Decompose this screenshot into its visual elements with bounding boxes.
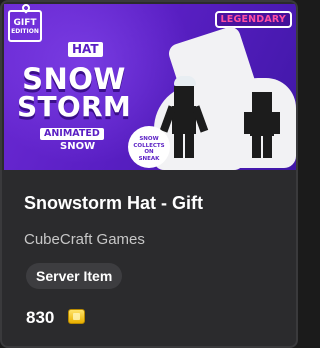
item-title[interactable]: Snowstorm Hat - Gift: [24, 193, 203, 214]
marketplace-item-card[interactable]: GIFT EDITION LEGENDARY HAT SNOW STORM AN…: [0, 0, 298, 348]
minecoin-icon: [68, 309, 85, 324]
character-leg: [185, 134, 194, 158]
character-arm: [244, 112, 251, 134]
bubble-line4: SNEAK: [138, 155, 160, 162]
character-head: [174, 86, 194, 106]
item-price: 830: [26, 308, 55, 327]
publisher-name[interactable]: CubeCraft Games: [24, 231, 145, 248]
gift-badge-line2: EDITION: [11, 28, 39, 35]
character-model: [242, 92, 282, 162]
hat-tag: HAT: [68, 42, 103, 57]
rarity-badge: LEGENDARY: [214, 11, 292, 28]
animated-subtitle: SNOW: [60, 141, 96, 152]
banner-title-line2: STORM: [17, 90, 131, 123]
gift-badge-line1: GIFT: [13, 18, 37, 28]
snow-collects-bubble: SNOW COLLECTS ON SNEAK: [128, 126, 170, 168]
snow-hat: [174, 76, 196, 86]
gift-edition-badge: GIFT EDITION: [8, 4, 42, 42]
character-torso: [250, 112, 274, 136]
character-head: [252, 92, 272, 112]
animated-tag: ANIMATED: [40, 128, 104, 140]
character-arm: [273, 112, 280, 134]
server-item-badge: Server Item: [26, 263, 123, 289]
character-leg: [252, 136, 261, 158]
item-thumbnail[interactable]: GIFT EDITION LEGENDARY HAT SNOW STORM AN…: [4, 4, 296, 170]
character-leg: [263, 136, 272, 158]
character-model: [159, 76, 209, 166]
character-leg: [174, 134, 183, 158]
